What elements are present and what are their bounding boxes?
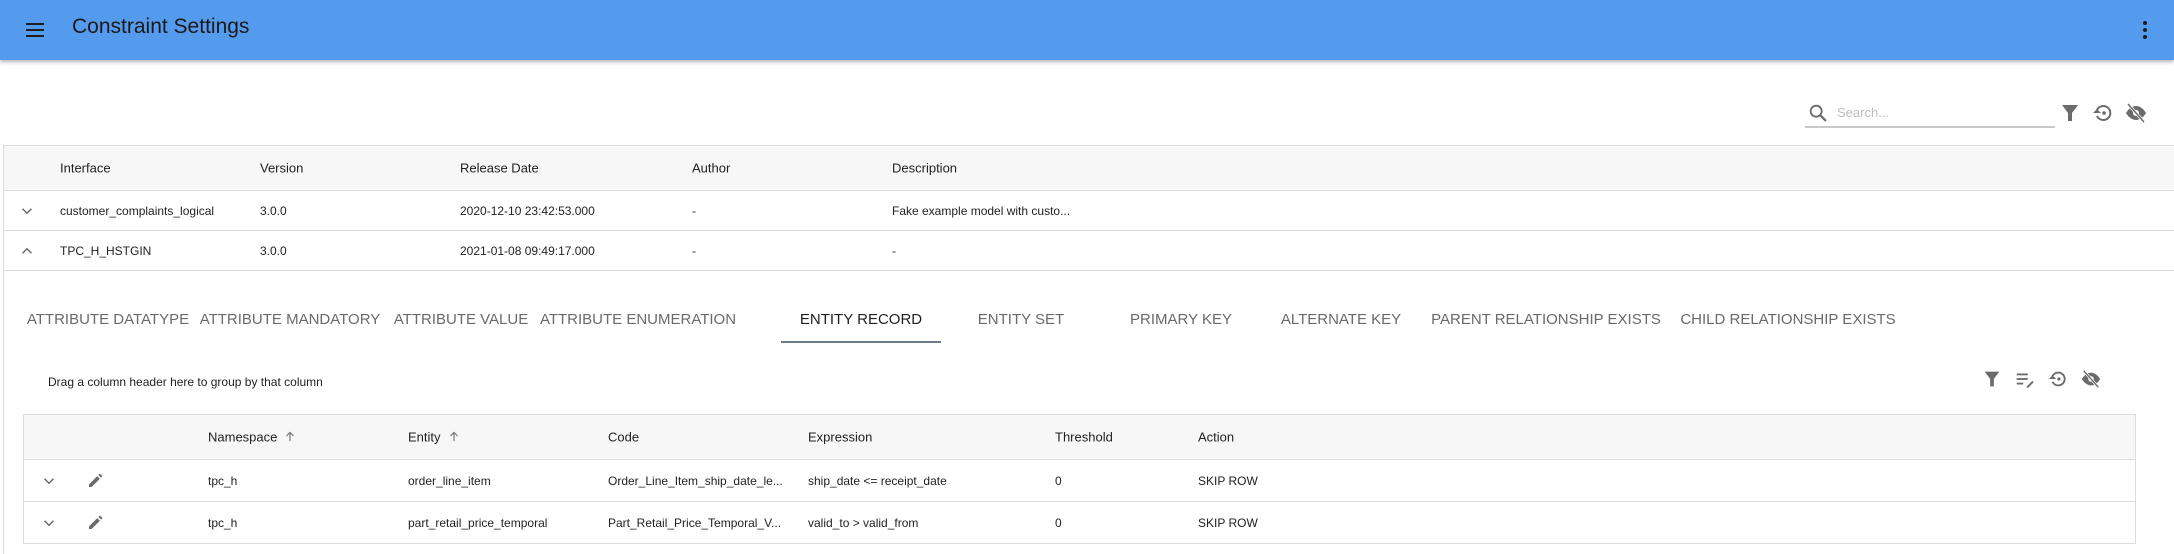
hide-columns-icon[interactable] bbox=[2080, 368, 2102, 390]
table-header: Namespace Entity Code Expression Thresho… bbox=[24, 415, 2135, 460]
reset-icon[interactable] bbox=[2047, 368, 2069, 390]
tab-child-relationship-exists[interactable]: CHILD RELATIONSHIP EXISTS bbox=[1678, 297, 1898, 343]
tab-alternate-key[interactable]: ALTERNATE KEY bbox=[1261, 297, 1421, 343]
tab-attribute-value[interactable]: ATTRIBUTE VALUE bbox=[388, 297, 534, 343]
expression: valid_to > valid_from bbox=[808, 515, 919, 530]
entity: part_retail_price_temporal bbox=[408, 515, 548, 530]
namespace: tpc_h bbox=[208, 515, 238, 530]
action: SKIP ROW bbox=[1198, 515, 1258, 530]
table-row[interactable]: tpc_h order_line_item Order_Line_Item_sh… bbox=[24, 460, 2135, 502]
column-header-release-date[interactable]: Release Date bbox=[460, 161, 539, 176]
column-header-label: Entity bbox=[408, 429, 441, 445]
more-vertical-icon[interactable] bbox=[2138, 18, 2152, 42]
interfaces-table: Interface Version Release Date Author De… bbox=[3, 145, 2174, 271]
tab-entity-set[interactable]: ENTITY SET bbox=[941, 297, 1101, 343]
code: Part_Retail_Price_Temporal_V... bbox=[608, 515, 781, 530]
column-header-namespace[interactable]: Namespace bbox=[208, 430, 297, 445]
tab-attribute-mandatory[interactable]: ATTRIBUTE MANDATORY bbox=[196, 297, 384, 343]
column-header-expression[interactable]: Expression bbox=[808, 430, 872, 445]
entity-record-table: Namespace Entity Code Expression Thresho… bbox=[23, 414, 2136, 544]
release-date: 2021-01-08 09:49:17.000 bbox=[460, 243, 595, 258]
detail-panel: ATTRIBUTE DATATYPE ATTRIBUTE MANDATORY A… bbox=[3, 271, 2174, 554]
code: Order_Line_Item_ship_date_le... bbox=[608, 473, 783, 488]
table-row[interactable]: customer_complaints_logical 3.0.0 2020-1… bbox=[3, 191, 2174, 231]
column-header-code[interactable]: Code bbox=[608, 430, 639, 445]
sort-ascending-icon[interactable] bbox=[283, 430, 297, 444]
column-header-label: Namespace bbox=[208, 429, 278, 445]
table-header: Interface Version Release Date Author De… bbox=[3, 145, 2174, 191]
chevron-down-icon[interactable] bbox=[40, 472, 58, 490]
author: - bbox=[692, 203, 696, 218]
search-input[interactable] bbox=[1837, 102, 2047, 122]
threshold: 0 bbox=[1055, 515, 1062, 530]
filter-icon[interactable] bbox=[2058, 101, 2082, 125]
edit-icon[interactable] bbox=[86, 514, 104, 532]
expression: ship_date <= receipt_date bbox=[808, 473, 947, 488]
edit-list-icon[interactable] bbox=[2014, 368, 2036, 390]
description: - bbox=[892, 243, 896, 258]
column-header-version[interactable]: Version bbox=[260, 161, 303, 176]
hamburger-menu-icon[interactable] bbox=[22, 18, 48, 42]
interface-name: customer_complaints_logical bbox=[60, 203, 215, 218]
column-header-action[interactable]: Action bbox=[1198, 430, 1234, 445]
tab-attribute-enumeration[interactable]: ATTRIBUTE ENUMERATION bbox=[538, 297, 738, 343]
column-header-entity[interactable]: Entity bbox=[408, 430, 461, 445]
search-field bbox=[1805, 98, 2055, 128]
column-header-description[interactable]: Description bbox=[892, 161, 957, 176]
reset-icon[interactable] bbox=[2091, 101, 2115, 125]
tab-attribute-datatype[interactable]: ATTRIBUTE DATATYPE bbox=[24, 297, 192, 343]
interface-name: TPC_H_HSTGIN bbox=[60, 243, 152, 258]
column-header-threshold[interactable]: Threshold bbox=[1055, 430, 1113, 445]
tab-parent-relationship-exists[interactable]: PARENT RELATIONSHIP EXISTS bbox=[1428, 297, 1664, 343]
release-date: 2020-12-10 23:42:53.000 bbox=[460, 203, 595, 218]
description: Fake example model with custo... bbox=[892, 203, 1071, 218]
page-title: Constraint Settings bbox=[72, 15, 250, 38]
version: 3.0.0 bbox=[260, 243, 287, 258]
tab-primary-key[interactable]: PRIMARY KEY bbox=[1101, 297, 1261, 343]
edit-icon[interactable] bbox=[86, 472, 104, 490]
app-bar: Constraint Settings bbox=[0, 0, 2174, 60]
action: SKIP ROW bbox=[1198, 473, 1258, 488]
table-row[interactable]: TPC_H_HSTGIN 3.0.0 2021-01-08 09:49:17.0… bbox=[3, 231, 2174, 271]
column-header-interface[interactable]: Interface bbox=[60, 161, 111, 176]
threshold: 0 bbox=[1055, 473, 1062, 488]
sort-ascending-icon[interactable] bbox=[447, 430, 461, 444]
group-by-drop-zone[interactable]: Drag a column header here to group by th… bbox=[48, 375, 323, 389]
search-icon bbox=[1809, 104, 1827, 122]
entity: order_line_item bbox=[408, 473, 491, 488]
hide-columns-icon[interactable] bbox=[2124, 101, 2148, 125]
column-header-author[interactable]: Author bbox=[692, 161, 730, 176]
filter-icon[interactable] bbox=[1981, 368, 2003, 390]
tab-entity-record[interactable]: ENTITY RECORD bbox=[781, 297, 941, 343]
version: 3.0.0 bbox=[260, 203, 287, 218]
chevron-down-icon[interactable] bbox=[40, 514, 58, 532]
chevron-down-icon[interactable] bbox=[18, 202, 36, 220]
namespace: tpc_h bbox=[208, 473, 238, 488]
table-row[interactable]: tpc_h part_retail_price_temporal Part_Re… bbox=[24, 502, 2135, 544]
chevron-up-icon[interactable] bbox=[18, 242, 36, 260]
author: - bbox=[692, 243, 696, 258]
